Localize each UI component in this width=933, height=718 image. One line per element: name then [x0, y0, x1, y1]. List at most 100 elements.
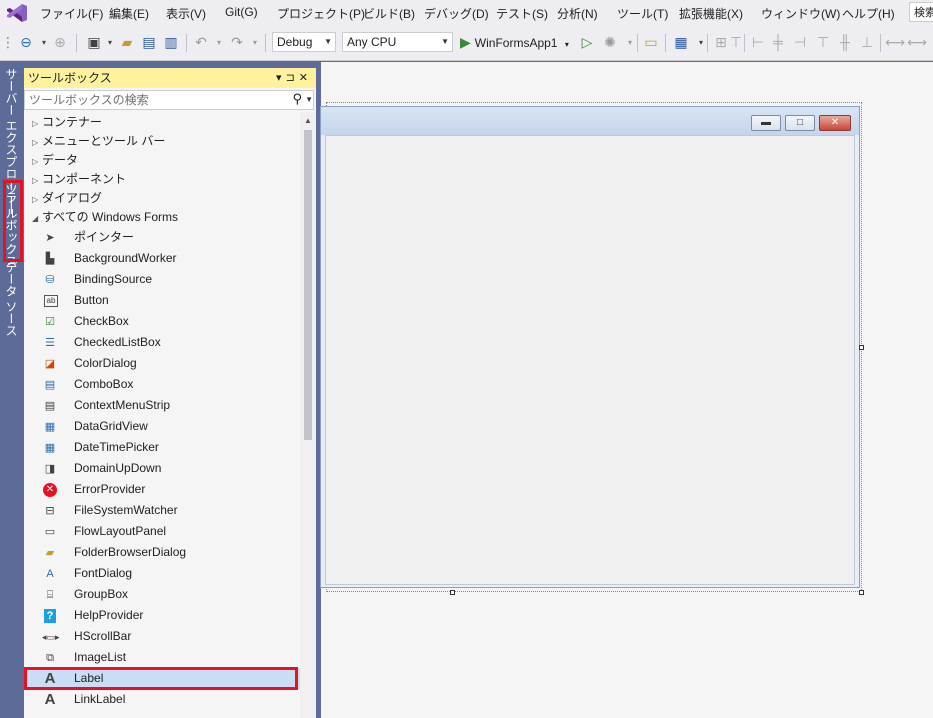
- back-dropdown-icon[interactable]: ▾: [36, 34, 52, 50]
- toolbox-item-filesystemwatcher[interactable]: ⊟ FileSystemWatcher: [24, 500, 300, 521]
- platform-combo[interactable]: Any CPU ▼: [342, 32, 453, 52]
- close-icon[interactable]: ✕: [299, 72, 312, 84]
- play-icon: ▶: [460, 34, 471, 50]
- toolbox-search-input[interactable]: ツールボックスの検索: [24, 90, 314, 110]
- menu-help[interactable]: ヘルプ(H): [842, 5, 895, 22]
- toolbox-item-backgroundworker[interactable]: ▙ BackgroundWorker: [24, 248, 300, 269]
- browse-folder-icon[interactable]: ▭: [643, 34, 659, 50]
- pin-icon[interactable]: ⊐: [286, 72, 299, 84]
- menu-edit[interactable]: 編集(E): [109, 5, 149, 22]
- menu-analyze[interactable]: 分析(N): [557, 5, 598, 22]
- category-components[interactable]: ▷ コンポーネント: [32, 170, 126, 189]
- toolbox-item-button[interactable]: ab Button: [24, 290, 300, 311]
- resize-handle-bottom[interactable]: [450, 590, 455, 595]
- toolbox-scrollbar[interactable]: ▲: [300, 112, 316, 718]
- toolbox-item-fontdialog[interactable]: A FontDialog: [24, 563, 300, 584]
- run-dropdown-icon[interactable]: ▾: [565, 40, 569, 49]
- toolbox-item-datagridview[interactable]: ▦ DataGridView: [24, 416, 300, 437]
- category-containers[interactable]: ▷ コンテナー: [32, 113, 102, 132]
- menu-debug[interactable]: デバッグ(D): [424, 5, 489, 22]
- save-icon[interactable]: ▤: [141, 34, 157, 50]
- item-label: ColorDialog: [74, 356, 137, 370]
- start-without-debugging-icon[interactable]: ▷: [579, 34, 595, 50]
- category-dialogs[interactable]: ▷ ダイアログ: [32, 189, 102, 208]
- toolbox-item-bindingsource[interactable]: ⛁ BindingSource: [24, 269, 300, 290]
- layout-icon[interactable]: ▦: [673, 34, 689, 50]
- hot-reload-icon[interactable]: ✺: [602, 34, 618, 50]
- new-dropdown-icon[interactable]: ▾: [102, 34, 118, 50]
- toolbox-item-domainupdown[interactable]: ◨ DomainUpDown: [24, 458, 300, 479]
- toolbox-title-bar[interactable]: ツールボックス ▾⊐✕: [24, 68, 316, 88]
- search-input[interactable]: 検索: [909, 2, 933, 22]
- align-lefts-icon[interactable]: ⊢: [750, 34, 766, 50]
- menu-git[interactable]: Git(G): [225, 5, 258, 19]
- align-top-icon[interactable]: ⊤: [728, 34, 744, 50]
- toolbox-item-errorprovider[interactable]: ✕ ErrorProvider: [24, 479, 300, 500]
- toolbox-item-helpprovider[interactable]: ? HelpProvider: [24, 605, 300, 626]
- toolbox-item-hscrollbar[interactable]: ◂▭▸ HScrollBar: [24, 626, 300, 647]
- scroll-up-icon[interactable]: ▲: [304, 116, 312, 125]
- search-icon[interactable]: ⚲: [292, 91, 302, 107]
- redo-dropdown-icon[interactable]: ▾: [247, 34, 263, 50]
- resize-handle-right[interactable]: [859, 345, 864, 350]
- toolbox-item-checkedlistbox[interactable]: ☰ CheckedListBox: [24, 332, 300, 353]
- align-bottoms-icon[interactable]: ⊥: [859, 34, 875, 50]
- toolbox-item-groupbox[interactable]: ⌸ GroupBox: [24, 584, 300, 605]
- scroll-thumb[interactable]: [304, 130, 312, 440]
- category-menus-toolbars[interactable]: ▷ メニューとツール バー: [32, 132, 165, 151]
- toolbox-item-pointer[interactable]: ➤ ポインター: [24, 227, 300, 248]
- navigate-back-icon[interactable]: ⊖: [18, 34, 34, 50]
- visual-studio-logo-icon[interactable]: [6, 3, 28, 23]
- menu-project[interactable]: プロジェクト(P): [277, 5, 365, 22]
- category-label: すべての Windows Forms: [42, 210, 179, 224]
- menu-extensions[interactable]: 拡張機能(X): [679, 5, 743, 22]
- form-title-bar[interactable]: ▬ □ ✕: [321, 107, 859, 135]
- toolbox-item-combobox[interactable]: ▤ ComboBox: [24, 374, 300, 395]
- align-rights-icon[interactable]: ⊣: [792, 34, 808, 50]
- make-same-height-icon[interactable]: ⟷: [907, 34, 927, 50]
- menu-view[interactable]: 表示(V): [166, 5, 206, 22]
- hot-reload-dropdown-icon[interactable]: ▾: [622, 34, 638, 50]
- toolbar-separator: [744, 34, 745, 52]
- toolbox-item-folderbrowserdialog[interactable]: ▰ FolderBrowserDialog: [24, 542, 300, 563]
- align-tops-icon[interactable]: ⊤: [815, 34, 831, 50]
- toolbox-item-datetimepicker[interactable]: ▦ DateTimePicker: [24, 437, 300, 458]
- category-all-windows-forms[interactable]: ◢ すべての Windows Forms: [32, 208, 178, 227]
- toolbox-item-colordialog[interactable]: ◪ ColorDialog: [24, 353, 300, 374]
- menu-window[interactable]: ウィンドウ(W): [761, 5, 840, 22]
- start-debugging-button[interactable]: ▶ WinFormsApp1 ▾: [460, 32, 569, 52]
- align-centers-icon[interactable]: ╪: [770, 34, 786, 50]
- open-folder-icon[interactable]: ▰: [119, 34, 135, 50]
- toolbox-item-linklabel[interactable]: A LinkLabel: [24, 689, 300, 710]
- form-preview-window[interactable]: ▬ □ ✕: [320, 106, 860, 588]
- undo-dropdown-icon[interactable]: ▾: [211, 34, 227, 50]
- window-position-icon[interactable]: ▾: [276, 72, 286, 84]
- search-options-icon[interactable]: ▼: [305, 95, 313, 104]
- navigate-forward-icon[interactable]: ⊕: [52, 34, 68, 50]
- form-client-area[interactable]: [325, 135, 855, 585]
- configuration-combo[interactable]: Debug ▼: [272, 32, 336, 52]
- new-project-icon[interactable]: ▣: [86, 34, 102, 50]
- maximize-icon[interactable]: □: [785, 115, 815, 131]
- align-middles-icon[interactable]: ╫: [837, 34, 853, 50]
- resize-handle-bottom-right[interactable]: [859, 590, 864, 595]
- save-all-icon[interactable]: ▥: [163, 34, 179, 50]
- menu-test[interactable]: テスト(S): [496, 5, 548, 22]
- chevron-down-icon: ▼: [441, 37, 449, 46]
- undo-icon[interactable]: ↶: [193, 34, 209, 50]
- close-icon[interactable]: ✕: [819, 115, 851, 131]
- toolbox-item-flowlayoutpanel[interactable]: ▭ FlowLayoutPanel: [24, 521, 300, 542]
- tab-data-sources[interactable]: データ ソース: [3, 261, 20, 336]
- make-same-width-icon[interactable]: ⟷: [885, 34, 905, 50]
- menu-file[interactable]: ファイル(F): [40, 5, 103, 22]
- menu-build[interactable]: ビルド(B): [363, 5, 415, 22]
- toolbox-item-imagelist[interactable]: ⧉ ImageList: [24, 647, 300, 668]
- toolbox-item-contextmenustrip[interactable]: ▤ ContextMenuStrip: [24, 395, 300, 416]
- menu-tools[interactable]: ツール(T): [617, 5, 668, 22]
- toolbar-separator: [637, 34, 638, 52]
- category-data[interactable]: ▷ データ: [32, 151, 78, 170]
- align-to-grid-icon[interactable]: ⊞: [713, 34, 729, 50]
- toolbox-item-checkbox[interactable]: ☑ CheckBox: [24, 311, 300, 332]
- minimize-icon[interactable]: ▬: [751, 115, 781, 131]
- redo-icon[interactable]: ↷: [229, 34, 245, 50]
